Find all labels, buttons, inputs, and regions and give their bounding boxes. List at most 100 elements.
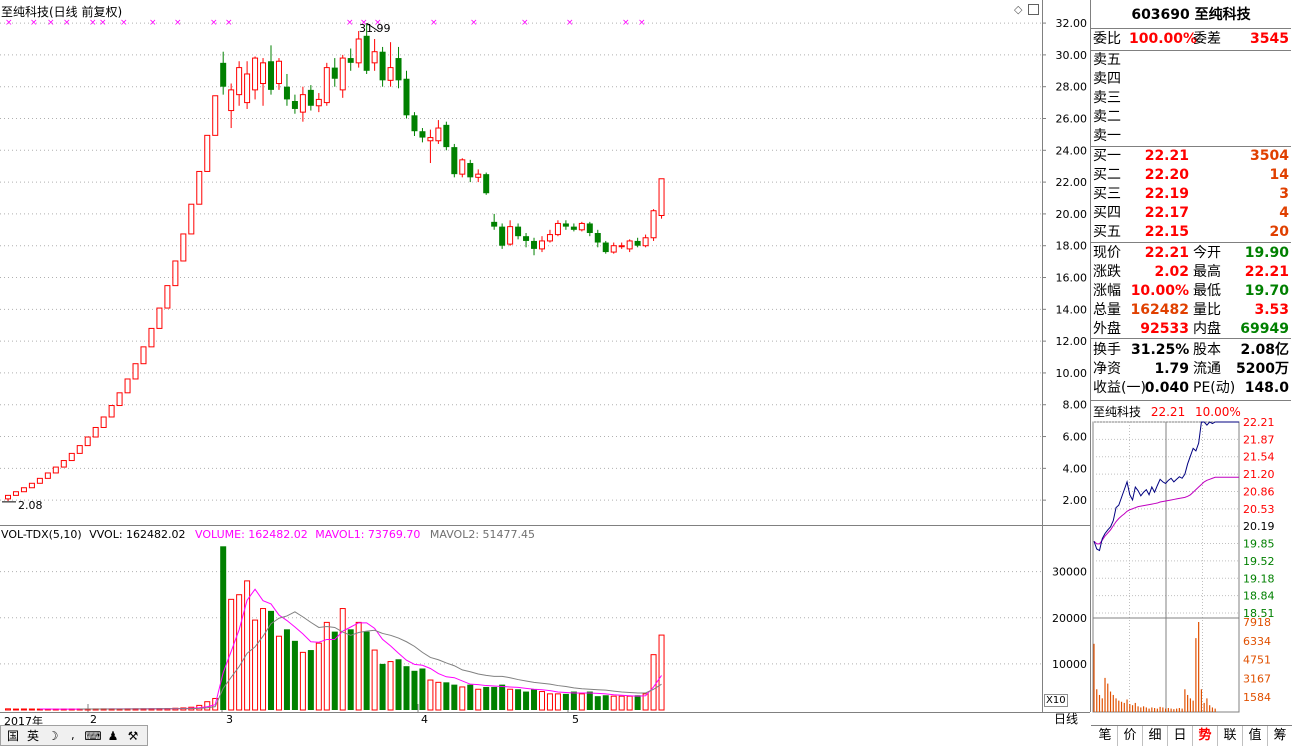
stat-row: 涨幅 10.00% 最低 19.70 xyxy=(1091,282,1291,301)
comma-icon[interactable]: ⸴ xyxy=(64,728,82,744)
ask-label: 卖二 xyxy=(1093,109,1121,125)
candle-body-down xyxy=(451,147,458,175)
intraday-price: 22.21 xyxy=(1150,405,1186,419)
volume-bar-down xyxy=(634,695,641,710)
candle-body-down xyxy=(379,51,386,81)
candle-body-down xyxy=(307,89,314,106)
mavol1-value: MAVOL1: 73769.70 xyxy=(315,528,421,541)
stat-value: 19.70 xyxy=(1244,283,1289,299)
candle-body-up xyxy=(116,392,123,407)
tab-0[interactable]: 笔 xyxy=(1093,726,1118,746)
candle-body-down xyxy=(586,223,593,233)
square-icon[interactable] xyxy=(1028,4,1039,15)
bid-price: 22.17 xyxy=(1144,205,1189,221)
candle-body-down xyxy=(443,124,450,148)
volume-bar-down xyxy=(268,610,275,710)
weibi-value: 100.00% xyxy=(1129,31,1198,47)
kline-chart-svg[interactable]: × × × × × × × × × × × × × × × × × × × × xyxy=(0,0,1042,712)
stat-value: 3.53 xyxy=(1254,302,1289,318)
bottom-tab-bar: 笔价细日势联值筹 xyxy=(1091,725,1292,747)
candle-body-down xyxy=(562,223,569,227)
weicha-label: 委差 xyxy=(1193,31,1221,47)
tab-2[interactable]: 细 xyxy=(1143,726,1168,746)
price-tick-label: 30.00 xyxy=(1056,49,1088,62)
candle-body-up xyxy=(236,67,243,96)
price-tick-label: 8.00 xyxy=(1063,399,1088,412)
volume-value: VOLUME: 162482.02 xyxy=(195,528,308,541)
tab-7[interactable]: 筹 xyxy=(1268,726,1292,746)
finance-label: 换手 xyxy=(1093,342,1121,358)
kline-chart-area[interactable]: × × × × × × × × × × × × × × × × × × × × 至纯科技(日线 前复权) ◇ 31.9… xyxy=(0,0,1043,712)
user-icon[interactable]: ♟ xyxy=(104,728,122,744)
candle-body-up xyxy=(212,95,219,136)
stat-value: 22.21 xyxy=(1244,264,1289,280)
ask-label: 卖三 xyxy=(1093,90,1121,106)
bid-label: 买四 xyxy=(1093,205,1121,221)
stat-label: 内盘 xyxy=(1193,321,1221,337)
tab-6[interactable]: 值 xyxy=(1243,726,1268,746)
tab-4[interactable]: 势 xyxy=(1193,726,1218,746)
tab-3[interactable]: 日 xyxy=(1168,726,1193,746)
ask-row-1: 卖一 xyxy=(1091,127,1291,146)
finance-label: PE(动) xyxy=(1193,380,1236,396)
intraday-price-tick: 20.19 xyxy=(1243,520,1275,533)
price-tick-label: 16.00 xyxy=(1056,272,1088,285)
candle-body-down xyxy=(347,58,354,63)
tab-1[interactable]: 价 xyxy=(1118,726,1143,746)
volume-bar-up xyxy=(650,654,657,711)
ying-icon[interactable]: 英 xyxy=(24,728,42,744)
diamond-icon[interactable]: ◇ xyxy=(1014,4,1025,15)
tab-5[interactable]: 联 xyxy=(1218,726,1243,746)
period-label[interactable]: 日线 xyxy=(1042,712,1090,726)
keyboard-icon[interactable]: ⌨ xyxy=(84,728,102,744)
weicha-value: 3545 xyxy=(1250,31,1289,47)
intraday-vol-tick: 3167 xyxy=(1243,672,1271,685)
intraday-price-tick: 21.87 xyxy=(1243,433,1275,446)
guo-icon[interactable]: 国 xyxy=(4,728,22,744)
candle-body-down xyxy=(411,115,418,132)
price-tick-label: 12.00 xyxy=(1056,335,1088,348)
quote-panel: 603690 至纯科技 委比 100.00% 委差 3545 卖五 卖四 卖三 … xyxy=(1091,0,1292,725)
signal-marker: × xyxy=(346,18,354,28)
signal-marker: × xyxy=(225,18,233,28)
intraday-price-tick: 22.21 xyxy=(1243,418,1275,429)
intraday-vol-tick: 1584 xyxy=(1243,691,1271,704)
candle-body-up xyxy=(658,178,665,216)
wrench-icon[interactable]: ⚒ xyxy=(124,728,142,744)
intraday-chart[interactable]: 22.21 21.87 21.54 21.20 20.86 20.53 20.19 19.85… xyxy=(1091,418,1292,718)
mavol2-value: MAVOL2: 51477.45 xyxy=(429,528,536,541)
bid-row: 买五 22.15 20 xyxy=(1091,223,1291,242)
candle-body-up xyxy=(339,57,346,91)
volume-bar-up xyxy=(658,634,665,711)
moon-icon[interactable]: ☽ xyxy=(44,728,62,744)
candle-body-up xyxy=(196,170,203,205)
volume-bar-down xyxy=(443,682,450,710)
volume-bar-up xyxy=(28,708,35,711)
candle-body-up xyxy=(387,67,394,81)
bid-price: 22.19 xyxy=(1144,186,1189,202)
volume-bar-up xyxy=(475,688,482,711)
candle-body-up xyxy=(52,466,59,474)
bid-label: 买三 xyxy=(1093,186,1121,202)
signal-marker: × xyxy=(470,18,478,28)
volume-bar-down xyxy=(307,650,314,710)
volume-bar-up xyxy=(371,649,378,711)
volume-tick-label: 30000 xyxy=(1052,566,1087,579)
price-tick-label: 28.00 xyxy=(1056,81,1088,94)
candle-body-up xyxy=(578,222,585,231)
candle-body-up xyxy=(427,137,434,142)
candle-body-up xyxy=(148,327,155,348)
candle-body-up xyxy=(36,477,43,484)
price-tick-label: 14.00 xyxy=(1056,303,1088,316)
ask-row-3: 卖三 xyxy=(1091,89,1291,108)
candle-body-down xyxy=(523,236,530,241)
bid-price: 22.20 xyxy=(1144,167,1189,183)
candle-body-down xyxy=(634,240,641,246)
bid-price: 22.21 xyxy=(1144,148,1189,164)
intraday-pct: 10.00% xyxy=(1195,405,1241,419)
signal-marker: × xyxy=(638,18,646,28)
volume-bar-down xyxy=(562,693,569,710)
stat-value: 162482 xyxy=(1130,302,1189,318)
candle-body-up xyxy=(371,51,378,64)
ask-row-2: 卖二 xyxy=(1091,108,1291,127)
